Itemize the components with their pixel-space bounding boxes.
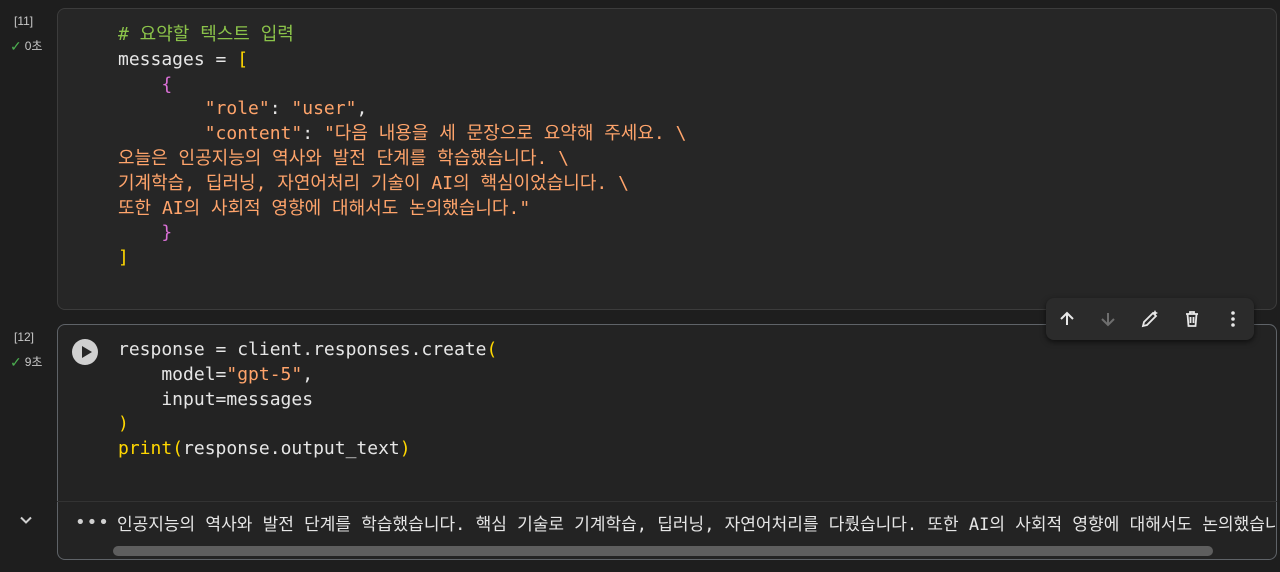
code-line: 또한 AI의 사회적 영향에 대해서도 논의했습니다." bbox=[118, 197, 686, 222]
output-text: 인공지능의 역사와 발전 단계를 학습했습니다. 핵심 기술로 기계학습, 딥러… bbox=[117, 515, 1275, 535]
cell-output: ••• 인공지능의 역사와 발전 단계를 학습했습니다. 핵심 기술로 기계학습… bbox=[57, 501, 1277, 560]
code-token: print bbox=[118, 438, 173, 460]
more-vert-icon[interactable] bbox=[1217, 303, 1249, 335]
move-up-icon[interactable] bbox=[1051, 303, 1083, 335]
code-line: ] bbox=[118, 246, 686, 271]
execution-status: ✓ 0초 bbox=[10, 37, 42, 54]
execution-time: 9초 bbox=[24, 355, 43, 369]
code-token: [ bbox=[237, 48, 249, 70]
delete-icon[interactable] bbox=[1176, 303, 1208, 335]
code-token: 또한 AI의 사회적 영향에 대해서도 논의했습니다." bbox=[118, 197, 531, 219]
execution-count: [12] bbox=[14, 330, 35, 344]
code-token: : bbox=[269, 98, 292, 120]
code-token: } bbox=[161, 222, 173, 244]
code-token: ] bbox=[118, 247, 129, 269]
edit-icon[interactable] bbox=[1134, 303, 1166, 335]
code-token: # 요약할 텍스트 입력 bbox=[118, 24, 294, 45]
move-down-icon[interactable] bbox=[1092, 303, 1124, 335]
code-token: response = client.responses.create bbox=[118, 339, 487, 360]
code-token: , bbox=[356, 98, 368, 120]
scrollbar-thumb[interactable] bbox=[113, 546, 1213, 556]
code-token: "user" bbox=[291, 98, 357, 120]
code-token: 오늘은 인공지능의 역사와 발전 단계를 학습했습니다. \ bbox=[118, 147, 570, 169]
code-token: "role" bbox=[204, 98, 270, 120]
more-horiz-icon[interactable]: ••• bbox=[75, 512, 110, 533]
code-token: "다음 내용을 세 문장으로 요약해 주세요. \ bbox=[323, 123, 687, 145]
code-line: "role": "user", bbox=[118, 97, 686, 122]
code-token: model= bbox=[118, 363, 227, 385]
code-line: # 요약할 텍스트 입력 bbox=[118, 23, 686, 48]
code-token: ( bbox=[172, 438, 184, 460]
cell-toolbar bbox=[1046, 298, 1254, 340]
code-token: ) bbox=[399, 438, 411, 460]
code-token: messages = bbox=[118, 48, 238, 70]
code-token: { bbox=[161, 73, 173, 95]
run-cell-button[interactable] bbox=[72, 339, 98, 365]
code-token: : bbox=[302, 123, 324, 145]
execution-status: ✓ 9초 bbox=[10, 353, 42, 370]
code-line: input=messages bbox=[118, 388, 497, 413]
code-cell-11[interactable]: # 요약할 텍스트 입력 messages = [ { "role": "user… bbox=[57, 8, 1277, 310]
code-line: model="gpt-5", bbox=[118, 363, 497, 388]
code-token: "content" bbox=[204, 123, 303, 145]
code-editor[interactable]: response = client.responses.create( mode… bbox=[118, 338, 497, 462]
code-line: } bbox=[118, 221, 686, 246]
code-line: "content": "다음 내용을 세 문장으로 요약해 주세요. \ bbox=[118, 122, 687, 147]
chevron-down-icon[interactable] bbox=[18, 512, 34, 532]
code-token: input=messages bbox=[118, 388, 314, 410]
code-editor[interactable]: # 요약할 텍스트 입력 messages = [ { "role": "user… bbox=[118, 23, 686, 271]
code-token: ( bbox=[486, 339, 498, 360]
code-line: messages = [ bbox=[118, 48, 686, 73]
check-icon: ✓ bbox=[10, 353, 22, 370]
execution-count: [11] bbox=[14, 14, 34, 28]
code-token: response.output_text bbox=[183, 438, 400, 460]
code-line: 오늘은 인공지능의 역사와 발전 단계를 학습했습니다. \ bbox=[118, 147, 686, 172]
code-token: ) bbox=[118, 413, 129, 435]
code-line: response = client.responses.create( bbox=[118, 338, 497, 363]
code-line: 기계학습, 딥러닝, 자연어처리 기술이 AI의 핵심이었습니다. \ bbox=[118, 172, 686, 197]
horizontal-scrollbar[interactable] bbox=[113, 546, 1269, 556]
code-line: ) bbox=[118, 412, 497, 437]
code-line: { bbox=[118, 73, 686, 98]
execution-time: 0초 bbox=[24, 39, 43, 53]
code-token: , bbox=[302, 363, 314, 385]
code-token: 기계학습, 딥러닝, 자연어처리 기술이 AI의 핵심이었습니다. \ bbox=[118, 172, 629, 194]
code-token: "gpt-5" bbox=[226, 363, 303, 385]
code-line: print(response.output_text) bbox=[118, 437, 497, 462]
check-icon: ✓ bbox=[10, 37, 22, 54]
